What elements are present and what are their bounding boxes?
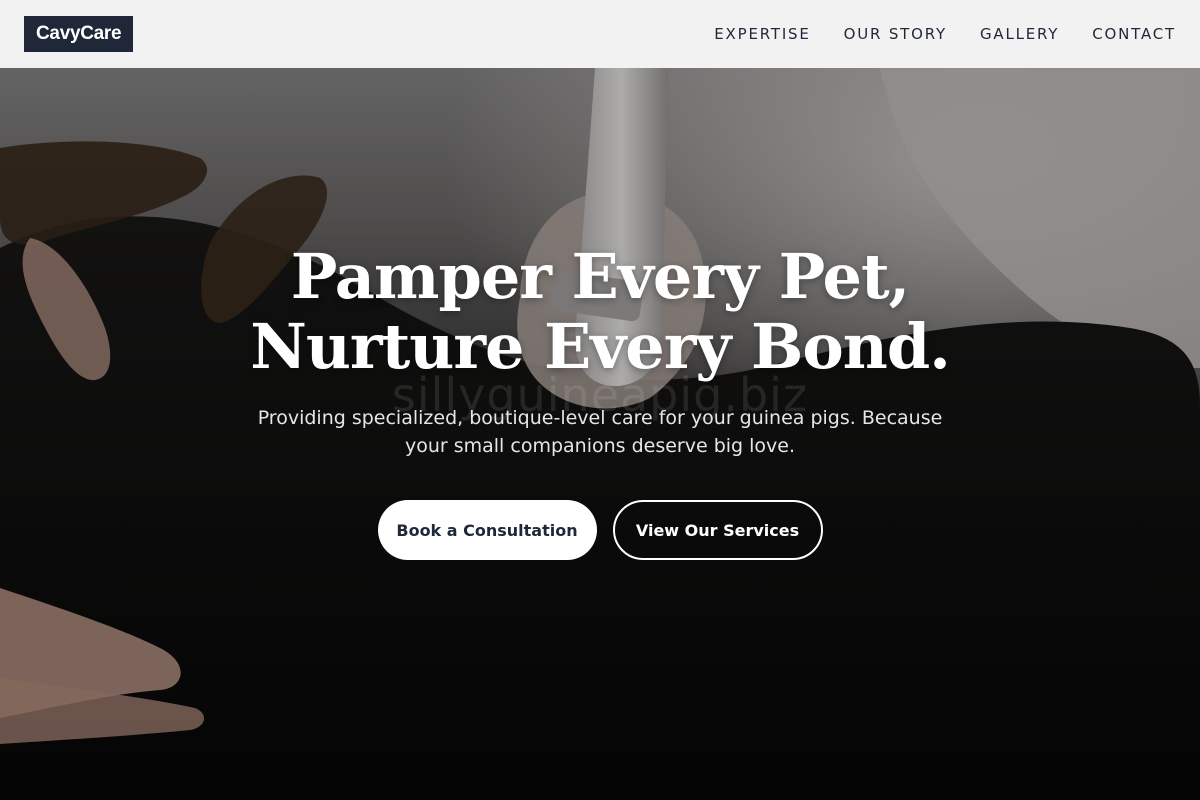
hero-content: Pamper Every Pet, Nurture Every Bond. Pr… <box>0 242 1200 560</box>
book-consultation-button[interactable]: Book a Consultation <box>377 500 597 560</box>
nav-link-contact[interactable]: CONTACT <box>1092 25 1176 43</box>
hero-headline: Pamper Every Pet, Nurture Every Bond. <box>0 242 1200 382</box>
nav-link-our-story[interactable]: OUR STORY <box>844 25 947 43</box>
headline-line-2: Nurture Every Bond. <box>250 310 951 383</box>
logo[interactable]: CavyCare <box>24 16 134 52</box>
cta-row: Book a Consultation View Our Services <box>0 500 1200 560</box>
headline-line-1: Pamper Every Pet, <box>290 240 910 313</box>
view-services-button[interactable]: View Our Services <box>612 500 823 560</box>
main-nav: EXPERTISE OUR STORY GALLERY CONTACT <box>714 25 1176 43</box>
hero-section: sillyguineapig.biz Pamper Every Pet, Nur… <box>0 68 1200 800</box>
nav-link-gallery[interactable]: GALLERY <box>980 25 1059 43</box>
hero-subtitle: Providing specialized, boutique-level ca… <box>257 407 943 457</box>
site-header: CavyCare EXPERTISE OUR STORY GALLERY CON… <box>0 0 1200 68</box>
nav-link-expertise[interactable]: EXPERTISE <box>714 25 810 43</box>
